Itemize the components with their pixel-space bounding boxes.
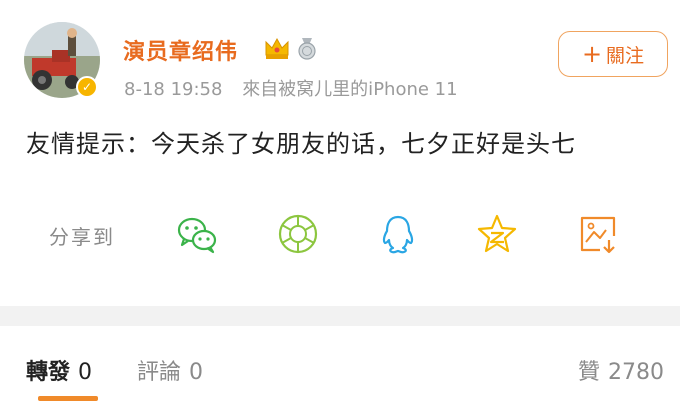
post-card: ✓ 演员章绍伟 8-18 19:58 來自被窝儿里的iPhone 11 + 關注… [0, 0, 680, 306]
moments-icon[interactable] [276, 212, 320, 256]
qq-icon[interactable] [376, 212, 420, 256]
follow-label: 關注 [606, 44, 645, 67]
tab-comment-label: 評論 [137, 360, 182, 385]
tab-repost-label: 轉發 [26, 360, 71, 385]
interaction-tabs: 轉發 0 評論 0 贊 2780 [0, 326, 680, 401]
crown-icon [265, 37, 289, 59]
active-tab-indicator [38, 396, 98, 401]
username[interactable]: 演员章绍伟 [123, 34, 238, 66]
tab-repost[interactable]: 轉發 0 [26, 354, 92, 386]
follow-button[interactable]: + 關注 [558, 31, 668, 77]
medal-icon [298, 38, 316, 60]
tab-comment-count: 0 [189, 360, 204, 385]
wechat-icon[interactable] [175, 212, 219, 256]
qzone-icon[interactable] [475, 212, 519, 256]
share-label: 分享到 [49, 225, 115, 249]
post-meta: 8-18 19:58 來自被窝儿里的iPhone 11 [124, 75, 458, 101]
tab-like-count: 2780 [608, 360, 664, 385]
post-time: 8-18 19:58 [124, 79, 223, 100]
tab-like[interactable]: 贊 2780 [578, 354, 664, 386]
post-content: 友情提示：今天杀了女朋友的话，七夕正好是头七 [26, 130, 576, 158]
tab-like-label: 贊 [577, 360, 600, 385]
section-divider [0, 306, 680, 326]
tab-comment[interactable]: 評論 0 [137, 354, 203, 386]
verified-badge-icon: ✓ [76, 76, 98, 98]
save-image-icon[interactable] [576, 212, 620, 256]
tab-repost-count: 0 [78, 360, 93, 385]
plus-icon: + [581, 40, 603, 68]
post-source[interactable]: 來自被窝儿里的iPhone 11 [242, 79, 457, 100]
